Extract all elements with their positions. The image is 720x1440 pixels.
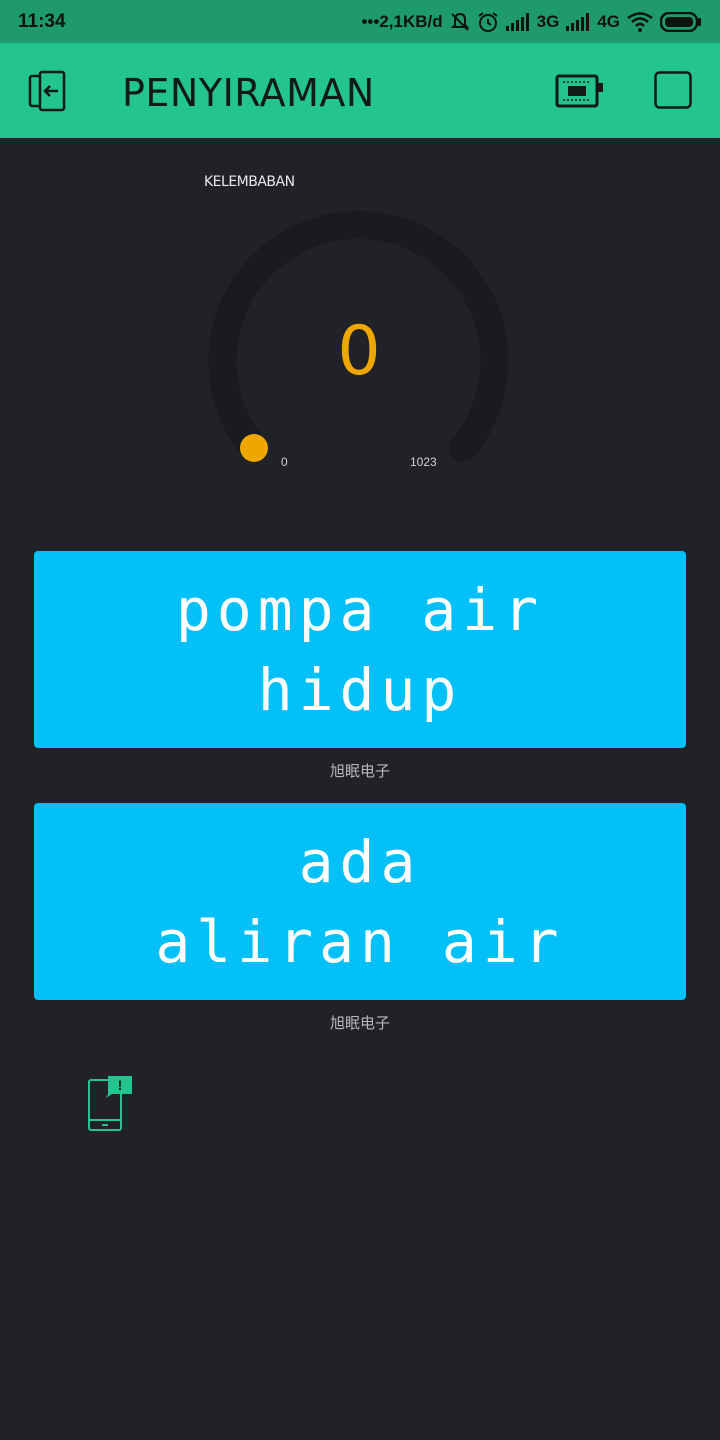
gauge-value: 0: [337, 312, 381, 391]
lcd-line-2: aliran air: [155, 907, 565, 976]
network-type-1: 3G: [536, 11, 560, 31]
status-icons: •••2,1KB/d 3G 4G: [361, 11, 702, 33]
network-type-2: 4G: [597, 11, 620, 31]
gauge-label: KELEMBABAN: [204, 174, 295, 190]
square-icon: [654, 71, 692, 109]
alarm-icon: [478, 11, 498, 32]
signal-icon-2: [566, 12, 590, 31]
bell-muted-icon: [450, 12, 470, 31]
battery-icon: [660, 11, 701, 32]
status-time: 11:34: [18, 10, 66, 32]
device-button[interactable]: [555, 73, 605, 109]
gauge-min-label: 0: [281, 455, 288, 469]
app-header: PENYIRAMAN: [0, 43, 720, 138]
lcd-caption-2: 旭眠电子: [329, 1015, 390, 1032]
device-chip-icon: [555, 74, 603, 108]
lcd-line-1: ada: [298, 827, 422, 896]
lcd-display-2[interactable]: ada aliran air: [34, 803, 686, 1000]
phone-notification-icon: !: [88, 1076, 132, 1131]
signal-icon: [505, 12, 529, 31]
edit-mode-button[interactable]: [654, 71, 692, 109]
gauge-max-label: 1023: [410, 455, 437, 469]
status-bar: 11:34 •••2,1KB/d 3G 4G: [0, 0, 720, 43]
lcd-line-2: hidup: [257, 655, 463, 724]
lcd-caption-1: 旭眠电子: [329, 763, 390, 780]
exit-icon: [28, 70, 66, 112]
lcd-display-1[interactable]: pompa air hidup: [34, 551, 686, 748]
page-title: PENYIRAMAN: [122, 71, 375, 115]
gauge-knob: [240, 434, 268, 462]
notification-widget[interactable]: !: [86, 1074, 136, 1134]
svg-text:!: !: [118, 1077, 123, 1093]
exit-button[interactable]: [26, 70, 68, 112]
wifi-icon: [627, 11, 653, 32]
lcd-line-1: pompa air: [175, 575, 545, 644]
network-speed: •••2,1KB/d: [361, 11, 443, 31]
